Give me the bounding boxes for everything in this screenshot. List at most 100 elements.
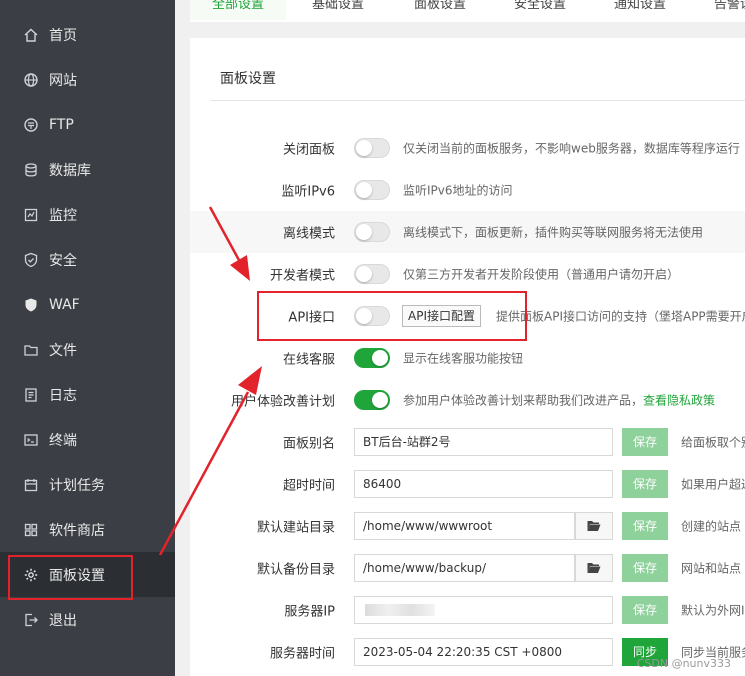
settings-panel: 面板设置 关闭面板 仅关闭当前的面板服务，不影响web服务器，数据库等程序运行 … <box>190 38 745 676</box>
sidebar-item-label: 软件商店 <box>49 522 105 539</box>
waf-shield-icon <box>22 296 40 314</box>
sidebar-item-label: FTP <box>49 116 74 133</box>
setting-row-panel-alias: 面板别名 BT后台-站群2号 保存 给面板取个别名 <box>190 421 745 463</box>
home-icon <box>22 26 40 44</box>
sidebar-item-store[interactable]: 软件商店 <box>0 507 175 552</box>
setting-row-developer-mode: 开发者模式 仅第三方开发者开发阶段使用（普通用户请勿开启） <box>190 253 745 295</box>
setting-hint: 创建的站点 <box>681 519 742 534</box>
shield-icon <box>22 251 40 269</box>
server-ip-input[interactable] <box>354 596 613 624</box>
save-button[interactable]: 保存 <box>622 428 668 456</box>
log-icon <box>22 386 40 404</box>
tab-all-settings[interactable]: 全部设置 <box>190 0 287 20</box>
developer-mode-toggle[interactable] <box>354 264 390 284</box>
annotation-box-panel-settings <box>8 555 133 600</box>
ipv6-toggle[interactable] <box>354 180 390 200</box>
sidebar-item-label: 计划任务 <box>49 477 105 494</box>
setting-row-ux-program: 用户体验改善计划 参加用户体验改善计划来帮助我们改进产品，查看隐私政策 <box>190 379 745 421</box>
sidebar-item-files[interactable]: 文件 <box>0 327 175 372</box>
offline-mode-toggle[interactable] <box>354 222 390 242</box>
setting-hint: 默认为外网IP <box>681 603 745 618</box>
globe-icon <box>22 71 40 89</box>
setting-label: 服务器IP <box>284 604 335 620</box>
setting-label: 用户体验改善计划 <box>230 394 335 410</box>
setting-description: 提供面板API接口访问的支持（堡塔APP需要开启 <box>496 309 745 324</box>
setting-row-site-dir: 默认建站目录 /home/www/wwwroot 保存 创建的站点 <box>190 505 745 547</box>
sidebar-item-website[interactable]: 网站 <box>0 57 175 102</box>
setting-hint: 网站和站点 <box>681 561 742 576</box>
ux-program-toggle[interactable] <box>354 390 390 410</box>
folder-picker-button[interactable] <box>575 512 613 540</box>
setting-label: 关闭面板 <box>282 142 335 158</box>
sidebar-item-logs[interactable]: 日志 <box>0 372 175 417</box>
logout-icon <box>22 611 40 629</box>
setting-description: 参加用户体验改善计划来帮助我们改进产品，查看隐私政策 <box>403 393 716 408</box>
setting-label: 离线模式 <box>282 226 335 242</box>
folder-open-icon <box>587 521 601 531</box>
save-button[interactable]: 保存 <box>622 470 668 498</box>
sidebar-item-label: 监控 <box>49 207 77 224</box>
timeout-input[interactable]: 86400 <box>354 470 613 498</box>
sidebar-item-label: WAF <box>49 296 80 313</box>
folder-icon <box>22 341 40 359</box>
site-dir-input[interactable]: /home/www/wwwroot <box>354 512 575 540</box>
terminal-icon <box>22 431 40 449</box>
sidebar-item-label: 退出 <box>49 612 77 629</box>
folder-open-icon <box>587 563 601 573</box>
setting-hint: 如果用户超过 <box>681 477 745 492</box>
privacy-policy-link[interactable]: 查看隐私政策 <box>643 394 715 408</box>
redacted-ip <box>365 604 435 616</box>
setting-hint: 给面板取个别名 <box>681 435 745 450</box>
setting-row-timeout: 超时时间 86400 保存 如果用户超过 <box>190 463 745 505</box>
tab-security-settings[interactable]: 安全设置 <box>514 0 566 20</box>
annotation-box-api <box>257 291 527 341</box>
sidebar-item-ftp[interactable]: FTP <box>0 102 175 147</box>
sidebar-item-waf[interactable]: WAF <box>0 282 175 327</box>
sidebar-item-label: 网站 <box>49 72 77 89</box>
sidebar-item-label: 终端 <box>49 432 77 449</box>
setting-label: 面板别名 <box>282 436 335 452</box>
close-panel-toggle[interactable] <box>354 138 390 158</box>
setting-label: 超时时间 <box>282 478 335 494</box>
setting-row-offline-mode: 离线模式 离线模式下，面板更新，插件购买等联网服务将无法使用 <box>190 211 745 253</box>
sidebar-item-logout[interactable]: 退出 <box>0 597 175 642</box>
grid-icon <box>22 521 40 539</box>
sidebar-item-monitor[interactable]: 监控 <box>0 192 175 237</box>
save-button[interactable]: 保存 <box>622 512 668 540</box>
sidebar-item-label: 安全 <box>49 252 77 269</box>
setting-description: 仅第三方开发者开发阶段使用（普通用户请勿开启） <box>403 267 680 282</box>
setting-row-ipv6: 监听IPv6 监听IPv6地址的访问 <box>190 169 745 211</box>
panel-alias-input[interactable]: BT后台-站群2号 <box>354 428 613 456</box>
tab-basic-settings[interactable]: 基础设置 <box>312 0 364 20</box>
setting-label: 监听IPv6 <box>281 184 335 200</box>
divider <box>210 100 745 101</box>
folder-picker-button[interactable] <box>575 554 613 582</box>
server-time-input[interactable]: 2023-05-04 22:20:35 CST +0800 <box>354 638 613 666</box>
save-button[interactable]: 保存 <box>622 596 668 624</box>
online-service-toggle[interactable] <box>354 348 390 368</box>
settings-tab-bar: 全部设置 基础设置 面板设置 安全设置 通知设置 告警设置 <box>190 0 745 22</box>
sidebar-item-database[interactable]: 数据库 <box>0 147 175 192</box>
tab-panel-settings[interactable]: 面板设置 <box>414 0 466 20</box>
setting-label: 默认建站目录 <box>256 520 335 536</box>
database-icon <box>22 161 40 179</box>
setting-label: 在线客服 <box>282 352 335 368</box>
sidebar-item-security[interactable]: 安全 <box>0 237 175 282</box>
sidebar-item-terminal[interactable]: 终端 <box>0 417 175 462</box>
panel-title: 面板设置 <box>220 71 276 87</box>
setting-description: 离线模式下，面板更新，插件购买等联网服务将无法使用 <box>403 225 704 240</box>
tab-notification-settings[interactable]: 通知设置 <box>614 0 666 20</box>
sidebar-item-home[interactable]: 首页 <box>0 12 175 57</box>
setting-description: 仅关闭当前的面板服务，不影响web服务器，数据库等程序运行 <box>403 141 740 156</box>
setting-label: 开发者模式 <box>269 268 335 284</box>
sidebar-item-label: 数据库 <box>49 162 91 179</box>
save-button[interactable]: 保存 <box>622 554 668 582</box>
setting-row-close-panel: 关闭面板 仅关闭当前的面板服务，不影响web服务器，数据库等程序运行 <box>190 127 745 169</box>
setting-description: 显示在线客服功能按钮 <box>403 351 524 366</box>
backup-dir-input[interactable]: /home/www/backup/ <box>354 554 575 582</box>
sidebar-item-cron[interactable]: 计划任务 <box>0 462 175 507</box>
calendar-icon <box>22 476 40 494</box>
sidebar-item-label: 文件 <box>49 342 77 359</box>
setting-description: 监听IPv6地址的访问 <box>403 183 513 198</box>
tab-alert-settings[interactable]: 告警设置 <box>714 0 745 20</box>
